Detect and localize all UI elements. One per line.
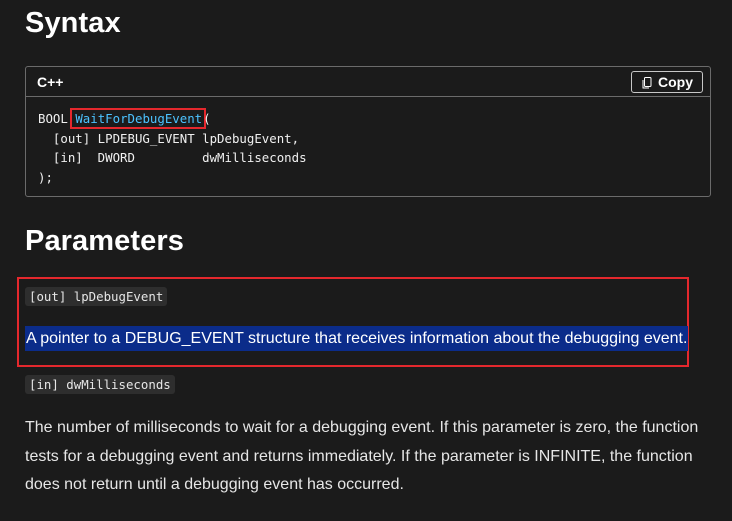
param-description-dwmilliseconds: The number of milliseconds to wait for a… [25, 414, 715, 500]
code-block-header: C++ Copy [26, 67, 710, 97]
code-open-paren: ( [203, 111, 211, 126]
copy-button[interactable]: Copy [631, 70, 703, 93]
code-close: ); [38, 169, 53, 185]
code-block: C++ Copy BOOL WaitForDebugEvent( [out] L… [25, 66, 711, 197]
code-language-label: C++ [37, 73, 64, 90]
annotation-highlight-function: WaitForDebugEvent [70, 108, 207, 129]
syntax-heading: Syntax [25, 7, 121, 39]
param-name-dwmilliseconds: [in] dwMilliseconds [25, 375, 175, 394]
copy-button-label: Copy [658, 73, 693, 90]
doc-page: Syntax C++ Copy BOOL WaitForDebugEvent( … [0, 0, 732, 521]
param-name-lpdebugevent: [out] lpDebugEvent [25, 287, 168, 306]
code-content: BOOL WaitForDebugEvent( [out] LPDEBUG_EV… [26, 97, 710, 187]
parameters-heading: Parameters [25, 225, 184, 257]
param-description-lpdebugevent: A pointer to a DEBUG_EVENT structure tha… [25, 326, 689, 351]
code-line-param2: [in] DWORD dwMilliseconds [38, 150, 307, 165]
param-description-line: tests for a debugging event and returns … [25, 447, 693, 465]
param-description-line: The number of milliseconds to wait for a… [25, 419, 699, 436]
function-name-link[interactable]: WaitForDebugEvent [75, 111, 202, 126]
param-description-line: does not return until a debugging event … [25, 476, 404, 493]
copy-icon [642, 76, 652, 88]
code-line-param1: [out] LPDEBUG_EVENT lpDebugEvent, [38, 130, 300, 146]
